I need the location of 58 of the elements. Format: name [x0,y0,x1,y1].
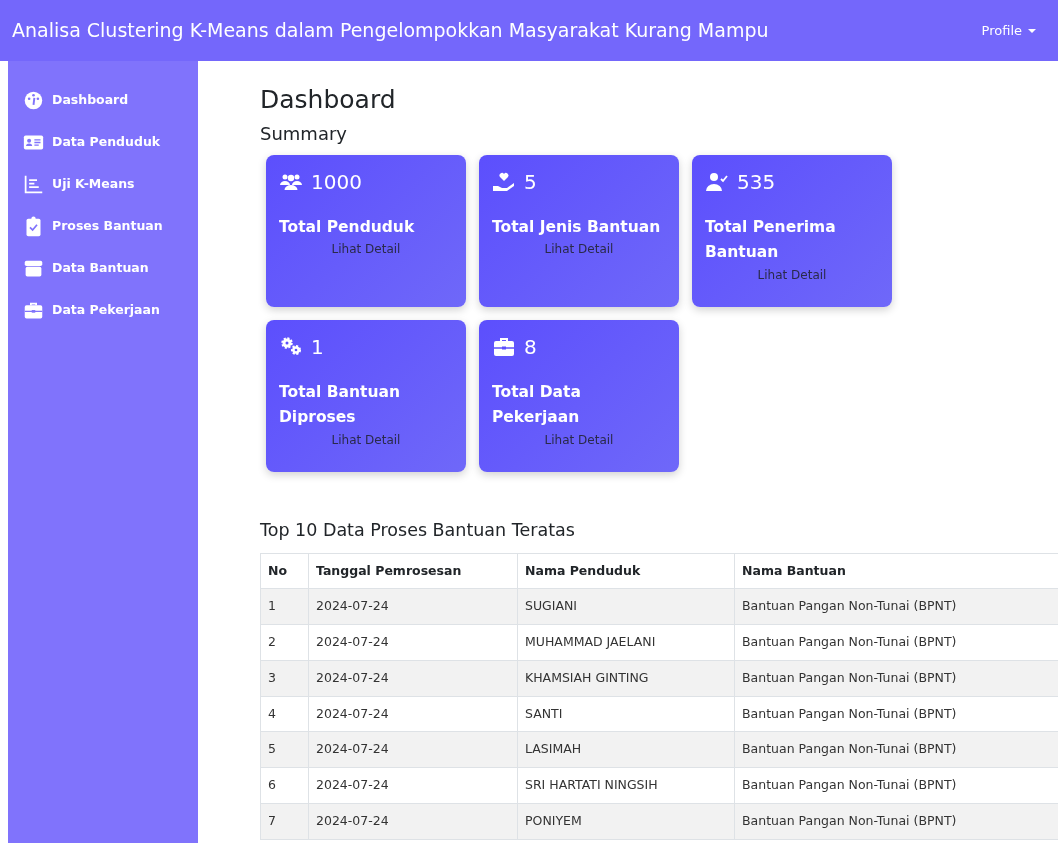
table-cell: LASIMAH [517,731,735,768]
stat-value: 5 [524,168,537,196]
table-cell: Bantuan Pangan Non-Tunai (BPNT) [734,803,1058,840]
sidebar-item[interactable]: Dashboard [8,79,198,121]
stat-label: Total Data Pekerjaan [492,381,582,429]
column-header: Nama Bantuan [734,553,1058,589]
stat-label: Total Bantuan Diproses [279,381,401,429]
table-cell: PONIYEM [517,803,735,840]
table-cell: KHAMSIAH GINTING [517,660,735,697]
sidebar-item[interactable]: Data Penduduk [8,121,198,163]
stat-label: Total Penduduk [279,216,416,238]
sidebar-item[interactable]: Data Bantuan [8,247,198,289]
sidebar-item[interactable]: Uji K-Means [8,163,198,205]
table-cell: 2024-07-24 [308,588,518,625]
detail-link[interactable]: Lihat Detail [705,265,879,284]
table-cell: 6 [260,767,309,804]
detail-link[interactable]: Lihat Detail [492,430,666,449]
detail-link[interactable]: Lihat Detail [492,240,666,259]
table-cell: SRI HARTATI NINGSIH [517,767,735,804]
column-header: No [260,553,309,589]
detail-link[interactable]: Lihat Detail [279,240,453,259]
table-cell: 3 [260,660,309,697]
stat-value: 535 [737,168,776,196]
stat-label: Total Penerima Bantuan [705,216,837,264]
table-cell: 2024-07-24 [308,767,518,804]
sidebar-item[interactable]: Data Pekerjaan [8,289,198,331]
page-title: Dashboard [260,85,397,115]
table-cell: 2024-07-24 [308,624,518,661]
stat-value: 1000 [311,168,362,196]
table-cell: 1 [260,588,309,625]
table-cell: Bantuan Pangan Non-Tunai (BPNT) [734,588,1058,625]
table-cell: MUHAMMAD JAELANI [517,624,735,661]
column-header: Tanggal Pemrosesan [308,553,518,589]
bar-chart-icon [23,173,44,195]
column-header: Nama Penduduk [517,553,735,589]
stat-value: 1 [311,333,324,361]
detail-link[interactable]: Lihat Detail [279,430,453,449]
table-cell: SANTI [517,696,735,732]
table-cell: Bantuan Pangan Non-Tunai (BPNT) [734,660,1058,697]
caret-icon [1028,29,1036,34]
table-title: Top 10 Data Proses Bantuan Teratas [260,519,576,541]
table-cell: 2024-07-24 [308,660,518,697]
section-title: Summary [260,123,348,145]
stat-value: 8 [524,333,537,361]
app-title: Analisa Clustering K-Means dalam Pengelompokkan Masyarakat Kurang Mampu [12,18,769,44]
table-cell: 2024-07-24 [308,696,518,732]
profile-dropdown[interactable]: Profile [981,20,1036,41]
gauge-icon [23,89,44,111]
stat-label: Total Jenis Bantuan [492,216,662,238]
table-cell: SUGIANI [517,588,735,625]
table-cell: 2024-07-24 [308,803,518,840]
table-cell: Bantuan Pangan Non-Tunai (BPNT) [734,731,1058,768]
table-cell: 5 [260,731,309,768]
table-cell: 7 [260,803,309,840]
table-cell: 2 [260,624,309,661]
table-cell: 4 [260,696,309,732]
sidebar-item[interactable]: Proses Bantuan [8,205,198,247]
table-cell: 2024-07-24 [308,731,518,768]
